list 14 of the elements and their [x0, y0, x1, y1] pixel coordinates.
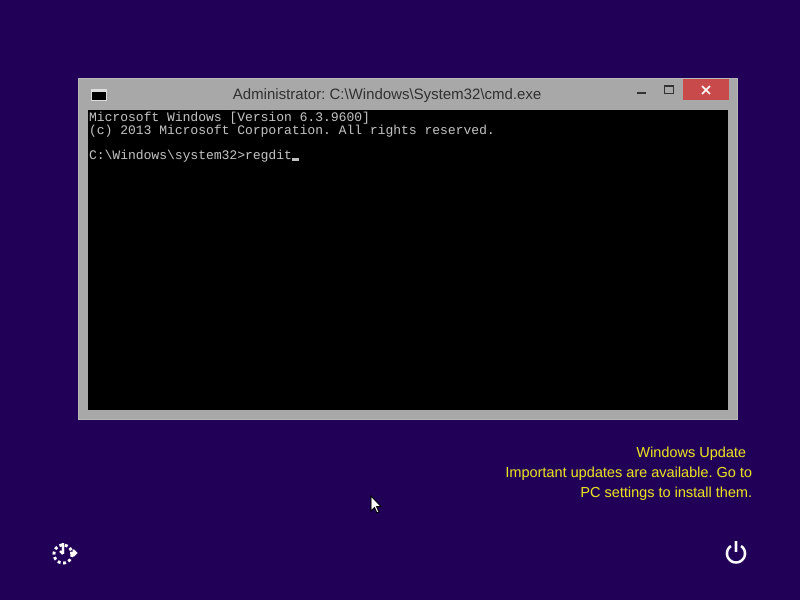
- console-icon: [91, 88, 107, 100]
- close-icon: [701, 84, 711, 94]
- maximize-icon: [664, 84, 674, 94]
- window-title: Administrator: C:\Windows\System32\cmd.exe: [232, 86, 542, 103]
- minimize-icon: [636, 92, 646, 94]
- console-line: Microsoft Windows [Version 6.3.9600]: [89, 112, 370, 124]
- text-cursor: [292, 158, 299, 161]
- notification-message: Important updates are available. Go to: [505, 464, 752, 483]
- mouse-pointer-icon: [370, 495, 382, 514]
- console-prompt: C:\Windows\system32>regdit: [89, 150, 292, 162]
- notification-title: Windows Update: [636, 444, 746, 463]
- close-button[interactable]: [683, 79, 729, 100]
- console-line: (c) 2013 Microsoft Corporation. All rights reserved.: [89, 124, 495, 137]
- notification-message: PC settings to install them.: [580, 484, 752, 503]
